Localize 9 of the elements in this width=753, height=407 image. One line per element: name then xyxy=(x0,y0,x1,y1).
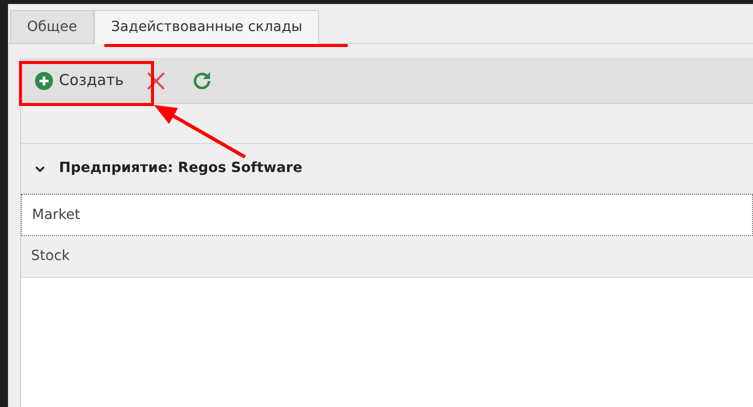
tab[interactable]: Общее xyxy=(10,10,94,44)
cross-icon xyxy=(146,70,166,90)
list-row[interactable]: Market xyxy=(21,194,753,236)
group-label: Предприятие: Regos Software xyxy=(59,159,302,178)
create-button[interactable]: Создать xyxy=(25,62,134,98)
chevron-icon xyxy=(35,166,45,172)
tab[interactable]: Задействованные склады xyxy=(94,10,320,44)
refresh-icon xyxy=(190,70,213,92)
plus-icon xyxy=(35,72,53,90)
